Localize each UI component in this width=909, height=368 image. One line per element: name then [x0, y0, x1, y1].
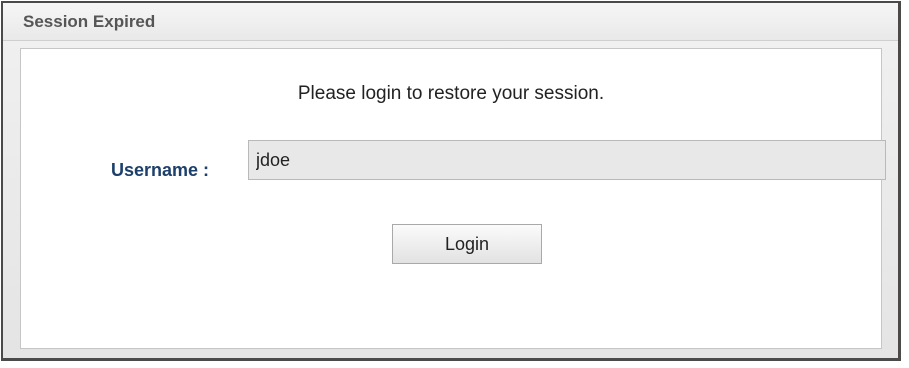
username-label: Username : [111, 160, 210, 180]
username-field[interactable] [248, 140, 886, 180]
session-message: Please login to restore your session. [297, 83, 605, 104]
dialog-title: Session Expired [23, 12, 156, 31]
login-button[interactable]: Login [392, 224, 542, 264]
session-expired-dialog: Session Expired Please login to restore … [1, 1, 901, 361]
dialog-titlebar: Session Expired [3, 3, 898, 41]
dialog-content: Please login to restore your session. Us… [20, 48, 886, 349]
